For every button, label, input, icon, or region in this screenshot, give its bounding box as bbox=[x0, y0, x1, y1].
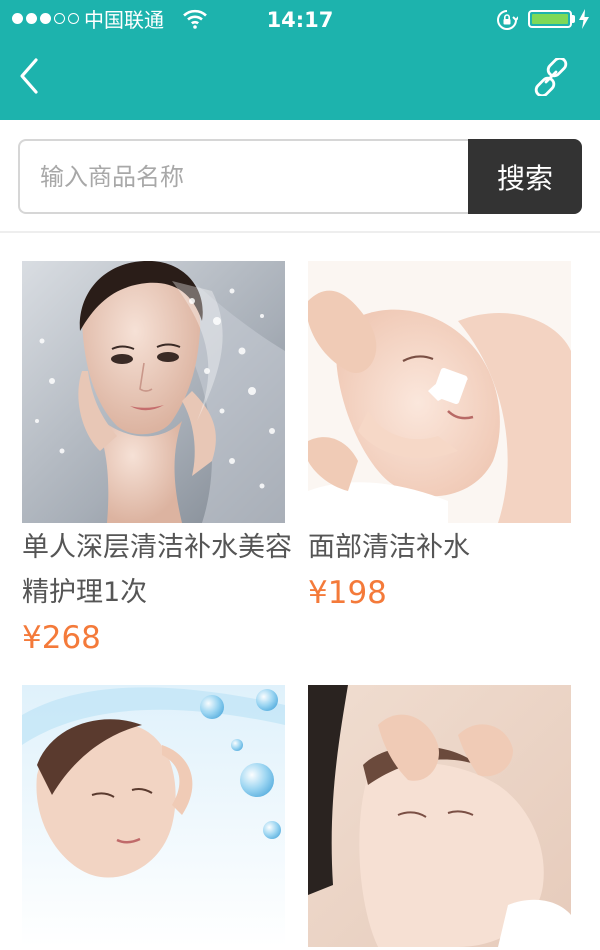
product-image-bubbles-spa[interactable] bbox=[22, 685, 285, 947]
search-bar: 搜索 bbox=[18, 139, 582, 214]
top-header: 中国联通 14:17 bbox=[0, 0, 600, 120]
battery-tip bbox=[572, 15, 575, 23]
divider bbox=[0, 231, 600, 233]
product-card[interactable] bbox=[22, 685, 285, 950]
product-card[interactable]: 单人深层清洁补水美容精护理1次 ¥268 bbox=[22, 261, 292, 658]
product-image-head-massage[interactable] bbox=[308, 685, 571, 947]
product-card[interactable] bbox=[308, 685, 571, 950]
link-icon[interactable] bbox=[532, 58, 570, 96]
product-title[interactable]: 单人深层清洁补水美容精护理1次 bbox=[22, 525, 292, 615]
search-button[interactable]: 搜索 bbox=[468, 139, 582, 214]
chevron-left-icon[interactable] bbox=[14, 54, 50, 98]
charging-bolt-icon bbox=[579, 9, 589, 29]
battery-icon bbox=[528, 10, 572, 28]
status-bar: 中国联通 14:17 bbox=[0, 0, 600, 40]
product-card[interactable]: 面部清洁补水 ¥198 bbox=[308, 261, 571, 613]
search-input[interactable] bbox=[18, 139, 470, 214]
product-image-face-water[interactable] bbox=[22, 261, 285, 523]
product-price: ¥268 bbox=[22, 620, 101, 656]
product-image-facial-cleansing[interactable] bbox=[308, 261, 571, 523]
product-title[interactable]: 面部清洁补水 bbox=[308, 525, 578, 570]
product-price: ¥198 bbox=[308, 575, 387, 611]
rotation-lock-icon bbox=[497, 10, 518, 30]
